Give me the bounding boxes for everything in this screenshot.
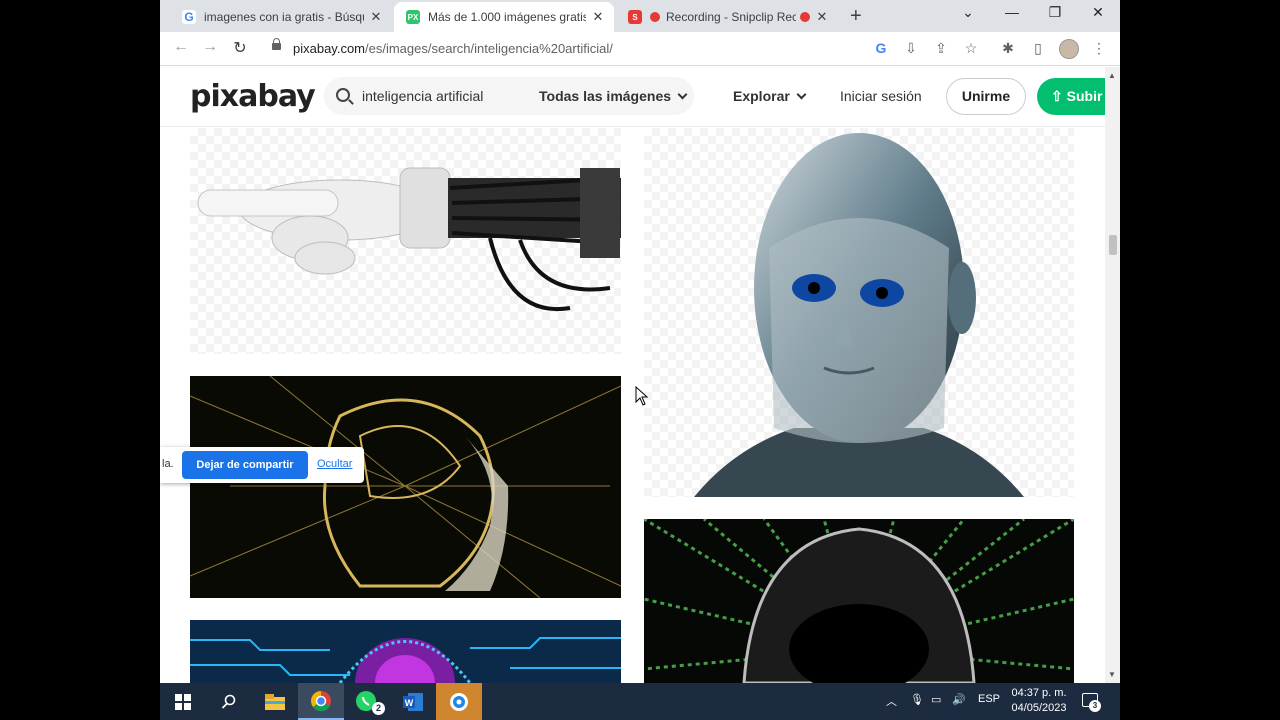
image-robot-head[interactable] (644, 128, 1074, 497)
tab-title: Más de 1.000 imágenes gratis de (428, 10, 586, 24)
share-icon[interactable]: ⇪ (931, 40, 951, 57)
tab-pixabay[interactable]: PX Más de 1.000 imágenes gratis de ✕ (394, 2, 614, 32)
url-host: pixabay.com (293, 41, 366, 56)
snipclip-icon (450, 692, 468, 711)
site-header: pixabay inteligencia artificial Todas la… (160, 67, 1107, 127)
binary-hood-illustration (644, 519, 1074, 683)
image-ai-brain-gold[interactable] (190, 376, 621, 598)
notification-count: 3 (1089, 700, 1101, 712)
url-path: /es/images/search/inteligencia%20artific… (365, 41, 613, 56)
word-taskbar-button[interactable]: W (390, 683, 436, 720)
tab-strip: G imagenes con ia gratis - Búsqueda ✕ PX… (160, 0, 1120, 32)
reload-icon[interactable]: ↻ (228, 38, 252, 58)
robot-head-illustration (694, 133, 1024, 497)
search-value: inteligencia artificial (362, 88, 484, 104)
language-indicator[interactable]: ESP (978, 693, 1000, 705)
explore-menu[interactable]: Explorar (733, 88, 807, 104)
scroll-thumb[interactable] (1109, 235, 1117, 255)
stop-sharing-button[interactable]: Dejar de compartir (182, 451, 308, 479)
image-robot-hand[interactable] (190, 128, 621, 354)
menu-icon[interactable]: ⋮ (1089, 40, 1109, 57)
image-binary-hood[interactable] (644, 519, 1074, 683)
address-bar[interactable]: pixabay.com/es/images/search/inteligenci… (293, 41, 613, 56)
minimize-icon[interactable]: — (992, 4, 1032, 20)
image-ai-brain-blue[interactable] (190, 620, 621, 683)
upload-button[interactable]: ⇧ Subir (1037, 78, 1107, 115)
clock-time: 04:37 p. m. (1011, 687, 1067, 699)
pixabay-logo[interactable]: pixabay (190, 79, 316, 114)
lock-icon (272, 38, 281, 53)
search-icon (221, 694, 236, 709)
chrome-taskbar-button[interactable] (298, 683, 344, 720)
browser-toolbar: ← → ↻ pixabay.com/es/images/search/intel… (160, 32, 1120, 66)
word-icon: W (403, 692, 423, 711)
volume-icon[interactable]: 🔊 (952, 693, 966, 706)
close-icon[interactable]: ✕ (368, 9, 384, 25)
search-taskbar-button[interactable] (206, 683, 252, 720)
tab-search-icon[interactable]: ⌄ (948, 4, 988, 21)
clock-date: 04/05/2023 (1011, 702, 1067, 714)
folder-icon (265, 693, 285, 710)
close-icon[interactable]: ✕ (590, 9, 606, 25)
forward-icon[interactable]: → (198, 38, 222, 56)
tab-title: imagenes con ia gratis - Búsqueda (204, 10, 364, 24)
tab-google-search[interactable]: G imagenes con ia gratis - Búsqueda ✕ (170, 2, 392, 32)
restore-icon[interactable]: ❐ (1035, 4, 1075, 21)
upload-icon: ⇧ (1051, 88, 1067, 104)
google-lens-icon[interactable]: G (871, 40, 891, 56)
clock[interactable]: 04:37 p. m. 04/05/2023 (1009, 686, 1069, 716)
chevron-down-icon (796, 89, 807, 100)
tab-snipclip[interactable]: S Recording - Snipclip Recorder ✕ (616, 2, 838, 32)
windows-icon (175, 693, 191, 710)
hide-link[interactable]: Ocultar (317, 458, 352, 470)
svg-text:W: W (405, 698, 414, 708)
explore-label: Explorar (733, 88, 790, 104)
mouse-cursor-icon (635, 386, 649, 406)
screen: G imagenes con ia gratis - Búsqueda ✕ PX… (0, 0, 1280, 720)
side-panel-icon[interactable]: ▯ (1028, 40, 1048, 57)
file-explorer-button[interactable] (252, 683, 298, 720)
close-icon[interactable]: ✕ (814, 9, 830, 25)
pixabay-icon: PX (406, 10, 420, 24)
search-input[interactable]: inteligencia artificial Todas las imágen… (324, 77, 694, 115)
extensions-icon[interactable]: ✱ (998, 40, 1018, 57)
bookmark-star-icon[interactable]: ☆ (961, 40, 981, 57)
chevron-down-icon (677, 89, 688, 100)
recording-icon (650, 12, 660, 22)
recording-indicator-icon (800, 12, 810, 22)
start-button[interactable] (160, 683, 206, 720)
microphone-icon[interactable]: 🎙 (910, 693, 924, 706)
scroll-up-icon[interactable]: ▲ (1108, 71, 1116, 80)
chrome-icon (311, 690, 331, 711)
login-link[interactable]: Iniciar sesión (840, 88, 922, 104)
snipclip-icon: S (628, 10, 642, 24)
tray-overflow-icon[interactable]: ︿ (886, 693, 897, 709)
whatsapp-badge: 2 (372, 702, 385, 715)
screen-share-bar: la. Dejar de compartir Ocultar (160, 447, 364, 483)
scroll-down-icon[interactable]: ▼ (1108, 670, 1116, 679)
profile-avatar[interactable] (1059, 39, 1079, 59)
filter-label: Todas las imágenes (539, 88, 672, 104)
install-icon[interactable]: ⇩ (901, 40, 921, 57)
windows-taskbar: 2 W ︿ 🎙 ▭ 🔊 ESP 04:37 p. m. 04/05/2023 3 (160, 683, 1120, 720)
snipclip-taskbar-button[interactable] (436, 683, 482, 720)
page-scrollbar[interactable]: ▲ ▼ (1105, 67, 1120, 683)
search-icon[interactable] (336, 88, 350, 102)
ai-brain-illustration (190, 376, 621, 598)
new-tab-button[interactable]: + (850, 5, 862, 28)
window-close-icon[interactable]: ✕ (1078, 4, 1118, 21)
image-type-filter[interactable]: Todas las imágenes (539, 88, 688, 104)
circuit-brain-illustration (190, 637, 621, 683)
share-text-fragment: la. (162, 458, 174, 470)
back-icon[interactable]: ← (169, 38, 193, 56)
robot-hand-illustration (197, 167, 621, 312)
network-icon[interactable]: ▭ (931, 693, 941, 706)
browser-window: G imagenes con ia gratis - Búsqueda ✕ PX… (160, 0, 1120, 683)
google-icon: G (182, 10, 196, 24)
join-button[interactable]: Unirme (946, 78, 1026, 115)
tab-title: Recording - Snipclip Recorder (666, 10, 796, 24)
upload-label: Subir (1066, 88, 1103, 104)
whatsapp-taskbar-button[interactable]: 2 (344, 683, 390, 720)
